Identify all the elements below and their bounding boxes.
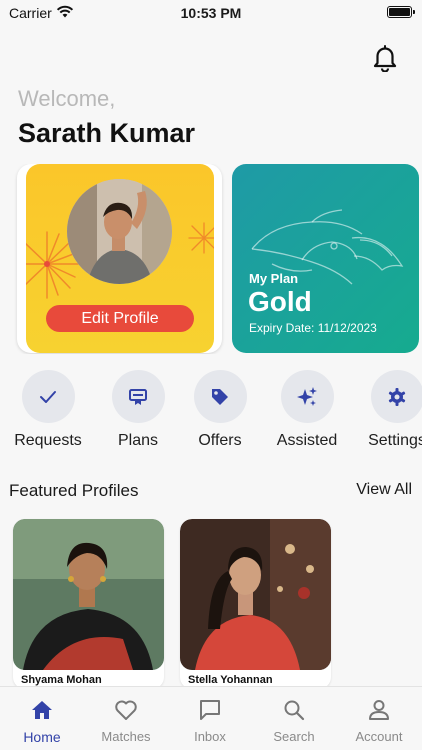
tab-label: Home — [23, 729, 61, 745]
tab-label: Account — [355, 729, 403, 744]
profile-card-item[interactable]: Shyama Mohan — [13, 519, 164, 689]
firework-decoration-icon — [188, 222, 214, 254]
user-photo — [67, 179, 172, 284]
offers-action[interactable]: Offers — [175, 370, 265, 450]
profile-card-item[interactable]: Stella Yohannan — [180, 519, 331, 689]
edit-profile-button[interactable]: Edit Profile — [46, 305, 194, 332]
offers-circle[interactable] — [193, 370, 247, 423]
tab-account[interactable]: Account — [337, 697, 421, 744]
settings-action[interactable]: Settings — [352, 370, 422, 450]
sparkle-icon — [297, 386, 317, 406]
avatar — [67, 179, 172, 284]
home-icon — [32, 701, 52, 719]
requests-circle[interactable] — [21, 370, 75, 423]
tab-label: Search — [273, 729, 315, 744]
status-bar: Carrier 10:53 PM — [0, 0, 422, 26]
user-name: Sarath Kumar — [18, 118, 196, 148]
tag-icon — [212, 388, 228, 405]
requests-action[interactable]: Requests — [3, 370, 93, 450]
profile-card-background: Edit Profile — [26, 164, 214, 353]
tab-label: Inbox — [194, 729, 226, 744]
plan-expiry: Expiry Date: 11/12/2023 — [249, 321, 377, 335]
profile-name: Shyama Mohan — [21, 674, 102, 686]
tab-home[interactable]: Home — [0, 697, 84, 745]
plans-icon — [129, 388, 147, 405]
profile-photo — [180, 519, 331, 670]
featured-profiles-title: Featured Profiles — [9, 481, 139, 500]
requests-label: Requests — [14, 432, 82, 449]
check-icon — [40, 390, 56, 403]
tab-inbox[interactable]: Inbox — [168, 697, 252, 744]
assisted-label: Assisted — [276, 432, 338, 449]
welcome-text: Welcome, — [18, 86, 116, 111]
status-time: 10:53 PM — [180, 5, 242, 21]
plans-circle[interactable] — [111, 370, 165, 423]
chat-icon — [200, 700, 220, 720]
cards-carousel[interactable]: Edit Profile My Plan Gold Expiry Date: 1… — [0, 164, 422, 354]
plans-action[interactable]: Plans — [93, 370, 183, 450]
heart-icon — [115, 700, 137, 720]
assisted-action[interactable]: Assisted — [262, 370, 352, 450]
tab-search[interactable]: Search — [252, 697, 336, 744]
plan-label: My Plan — [249, 271, 299, 286]
profile-photo — [13, 519, 164, 670]
plans-label: Plans — [117, 432, 159, 449]
profile-card[interactable]: Edit Profile — [17, 164, 222, 353]
assisted-circle[interactable] — [280, 370, 334, 423]
settings-label: Settings — [368, 432, 422, 449]
battery-icon — [387, 6, 415, 18]
view-all-link[interactable]: View All — [356, 481, 412, 499]
account-icon — [369, 700, 389, 720]
bell-icon[interactable] — [372, 44, 398, 72]
gear-icon — [388, 387, 406, 406]
plan-card[interactable]: My Plan Gold Expiry Date: 11/12/2023 — [232, 164, 419, 353]
featured-profiles-list: Shyama Mohan Stella Yohannan — [0, 519, 422, 689]
profile-name: Stella Yohannan — [188, 674, 273, 686]
plan-name: Gold — [248, 286, 312, 317]
offers-label: Offers — [198, 432, 242, 449]
tab-bar: Home Matches Inbox Search Account — [0, 686, 422, 750]
quick-actions: Requests Plans Offers Assisted Settings — [0, 370, 422, 454]
search-icon — [284, 700, 305, 721]
settings-circle[interactable] — [370, 370, 422, 423]
tab-matches[interactable]: Matches — [84, 697, 168, 744]
tab-label: Matches — [101, 729, 151, 744]
